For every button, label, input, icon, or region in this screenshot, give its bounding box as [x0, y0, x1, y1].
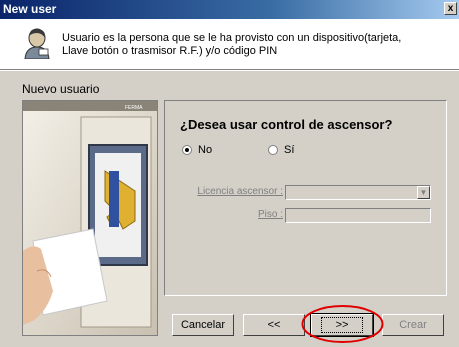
section-label: Nuevo usuario	[22, 82, 100, 96]
header-line-1: Usuario es la persona que se le ha provi…	[62, 32, 402, 44]
brand-label: FERMA	[125, 105, 143, 111]
licencia-ascensor-select[interactable]: ▼	[285, 185, 431, 200]
radio-no-label: No	[198, 144, 213, 156]
back-button[interactable]: <<	[243, 314, 305, 336]
cancel-button[interactable]: Cancelar	[172, 314, 234, 336]
card-reader-illustration: FERMA	[23, 101, 157, 335]
elevator-question: ¿Desea usar control de ascensor?	[180, 117, 393, 132]
radio-no-indicator[interactable]	[182, 145, 192, 155]
piso-input[interactable]	[285, 208, 431, 223]
radio-si[interactable]: Sí	[268, 144, 294, 156]
header-description: Usuario es la persona que se le ha provi…	[62, 32, 401, 58]
header-panel: Usuario es la persona que se le ha provi…	[0, 19, 459, 70]
user-icon	[24, 28, 50, 59]
header-line-2: Llave botón o trasmisor R.F.) y/o código…	[62, 45, 278, 57]
create-button[interactable]: Crear	[382, 314, 444, 336]
radio-si-indicator[interactable]	[268, 145, 278, 155]
next-button-label: >>	[320, 317, 364, 333]
chevron-down-icon[interactable]: ▼	[417, 186, 430, 199]
piso-label: Piso :	[257, 209, 283, 220]
illustration-panel: FERMA	[22, 100, 158, 336]
header-divider	[0, 70, 459, 71]
next-button[interactable]: >>	[310, 313, 374, 337]
close-button[interactable]: x	[444, 2, 457, 15]
radio-no[interactable]: No	[182, 144, 212, 156]
title-bar: New user x	[0, 0, 459, 19]
options-panel: ¿Desea usar control de ascensor? No Sí L…	[164, 100, 447, 296]
window-title: New user	[3, 2, 57, 16]
licencia-ascensor-label: Licencia ascensor :	[197, 186, 283, 197]
radio-si-label: Sí	[284, 144, 295, 156]
